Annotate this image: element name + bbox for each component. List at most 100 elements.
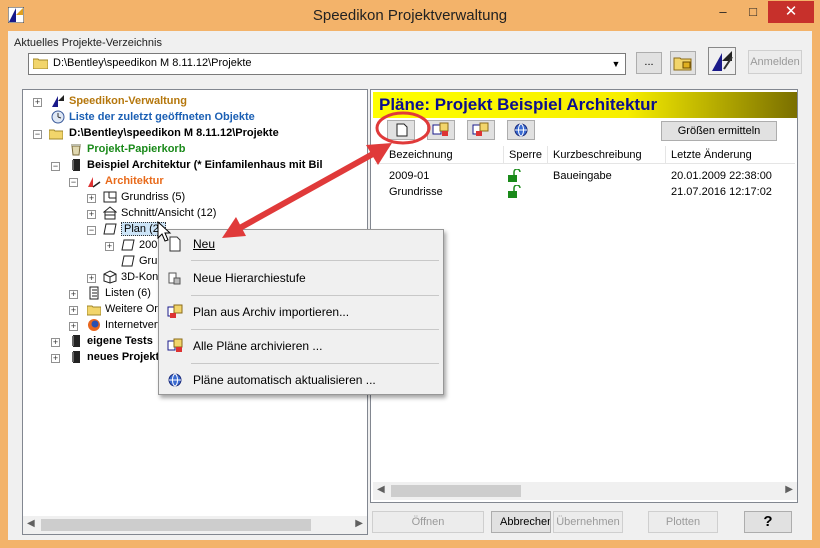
tree-item-label: Schnitt/Ansicht (12) bbox=[121, 207, 217, 219]
cube-icon bbox=[103, 270, 117, 284]
new-plan-button[interactable] bbox=[387, 120, 415, 140]
new-document-icon bbox=[169, 236, 181, 252]
plan-changed: 20.01.2009 22:38:00 bbox=[671, 170, 772, 182]
recycle-bin-icon bbox=[71, 144, 81, 156]
project-book-icon bbox=[72, 159, 80, 171]
tree-item-schnitt[interactable]: + Schnitt/Ansicht (12) bbox=[23, 206, 367, 222]
tree-item-label: 200 bbox=[139, 239, 158, 251]
plan-changed: 21.07.2016 12:17:02 bbox=[671, 186, 772, 198]
tree-item-label: eigene Tests bbox=[87, 335, 153, 347]
menu-item-alle-plaene-archivieren[interactable]: Alle Pläne archivieren ... bbox=[161, 335, 441, 357]
tree-item-label: neues Projekt bbox=[87, 351, 160, 363]
section-view-icon bbox=[103, 206, 117, 220]
plans-horizontal-scrollbar[interactable]: ◀ ▶ bbox=[373, 482, 797, 500]
open-button[interactable]: Öffnen bbox=[372, 511, 484, 533]
globe-icon bbox=[168, 373, 182, 387]
menu-item-plaene-aktualisieren[interactable]: Pläne automatisch aktualisieren ... bbox=[161, 369, 441, 391]
column-letzte-aenderung[interactable]: Letzte Änderung bbox=[671, 149, 752, 161]
tree-item-label: Internetverw bbox=[105, 319, 166, 331]
maximize-button[interactable]: □ bbox=[740, 1, 766, 23]
window-title: Speedikon Projektverwaltung bbox=[312, 7, 508, 24]
context-menu: Neu Neue Hierarchiestufe Plan aus Archiv… bbox=[158, 229, 444, 395]
project-book-icon bbox=[72, 351, 80, 363]
login-button[interactable]: Anmelden bbox=[748, 50, 802, 74]
tree-item-label: Liste der zuletzt geöffneten Objekte bbox=[69, 111, 255, 123]
menu-item-label: Alle Pläne archivieren ... bbox=[193, 339, 323, 353]
menu-item-neue-hierarchiestufe[interactable]: Neue Hierarchiestufe bbox=[161, 267, 441, 289]
tree-item-label: D:\Bentley\speedikon M 8.11.12\Projekte bbox=[69, 127, 279, 139]
archive-import-icon bbox=[472, 122, 489, 136]
plan-sheet-icon bbox=[121, 239, 135, 251]
tree-item-label: Grundriss (5) bbox=[121, 191, 186, 203]
unlocked-icon bbox=[508, 169, 521, 182]
menu-item-label: Pläne automatisch aktualisieren ... bbox=[193, 373, 376, 387]
application-window: Speedikon Projektverwaltung – □ ✕ Aktuel… bbox=[0, 0, 820, 548]
plans-header: Pläne: Projekt Beispiel Architektur bbox=[373, 92, 797, 118]
minimize-button[interactable]: – bbox=[710, 1, 736, 23]
scroll-left-icon[interactable]: ◀ bbox=[27, 518, 35, 529]
cancel-button[interactable]: Abbrechen bbox=[491, 511, 551, 533]
scroll-left-icon[interactable]: ◀ bbox=[377, 484, 385, 495]
plans-row[interactable]: 2009-01 Baueingabe 20.01.2009 22:38:00 bbox=[375, 168, 795, 184]
tree-item-architektur[interactable]: − Architektur bbox=[23, 174, 367, 190]
menu-item-plan-aus-archiv[interactable]: Plan aus Archiv importieren... bbox=[161, 301, 441, 323]
directory-combobox[interactable]: D:\Bentley\speedikon M 8.11.12\Projekte … bbox=[28, 53, 626, 75]
plan-sheet-icon bbox=[103, 223, 117, 235]
plan-name: 2009-01 bbox=[389, 170, 430, 182]
scroll-right-icon[interactable]: ▶ bbox=[785, 484, 793, 495]
import-archive-button[interactable] bbox=[467, 120, 495, 140]
speedikon-logo-icon bbox=[712, 51, 733, 71]
calc-sizes-button[interactable]: Größen ermitteln bbox=[661, 121, 777, 141]
architecture-icon bbox=[88, 177, 101, 188]
plans-row[interactable]: Grundrisse 21.07.2016 12:17:02 bbox=[375, 184, 795, 200]
folder-icon bbox=[87, 305, 101, 316]
help-button[interactable]: ? bbox=[744, 511, 792, 533]
scroll-thumb[interactable] bbox=[41, 519, 311, 531]
hierarchy-icon bbox=[168, 272, 181, 285]
tree-item-projects-root[interactable]: − D:\Bentley\speedikon M 8.11.12\Projekt… bbox=[23, 126, 367, 142]
tree-item-label: Beispiel Architektur (* Einfamilenhaus m… bbox=[87, 159, 323, 171]
hierarchy-icon bbox=[432, 122, 449, 136]
plan-name: Grundrisse bbox=[389, 186, 443, 198]
tree-item-recent[interactable]: Liste der zuletzt geöffneten Objekte bbox=[23, 110, 367, 126]
menu-item-label: Plan aus Archiv importieren... bbox=[193, 305, 350, 319]
tree-item-beispiel-architektur[interactable]: − Beispiel Architektur (* Einfamilenhaus… bbox=[23, 158, 367, 174]
folder-icon bbox=[49, 129, 63, 140]
column-bezeichnung[interactable]: Bezeichnung bbox=[389, 149, 453, 161]
menu-item-neu[interactable]: Neu bbox=[161, 233, 441, 255]
tree-horizontal-scrollbar[interactable]: ◀ ▶ bbox=[23, 516, 367, 534]
archive-icon bbox=[167, 338, 183, 352]
menu-item-label: Neue Hierarchiestufe bbox=[193, 271, 306, 285]
plot-button[interactable]: Plotten bbox=[648, 511, 718, 533]
drawing-tool-button[interactable] bbox=[708, 47, 736, 75]
folder-lock-button[interactable] bbox=[670, 51, 696, 75]
folder-icon bbox=[33, 58, 48, 69]
tree-item-label: Projekt-Papierkorb bbox=[87, 143, 186, 155]
new-document-icon bbox=[396, 123, 408, 137]
archive-import-icon bbox=[167, 304, 183, 318]
tree-item-speedikon-verwaltung[interactable]: + Speedikon-Verwaltung bbox=[23, 94, 367, 110]
close-button[interactable]: ✕ bbox=[768, 1, 814, 23]
apply-button[interactable]: Übernehmen bbox=[553, 511, 623, 533]
project-book-icon bbox=[72, 335, 80, 347]
update-plans-button[interactable] bbox=[507, 120, 535, 140]
unlocked-icon bbox=[508, 185, 521, 198]
globe-icon bbox=[514, 123, 528, 137]
firefox-icon bbox=[88, 319, 100, 331]
scroll-thumb[interactable] bbox=[391, 485, 521, 497]
column-sperre[interactable]: Sperre bbox=[509, 149, 542, 161]
title-bar[interactable]: Speedikon Projektverwaltung – □ ✕ bbox=[0, 0, 820, 31]
plan-description: Baueingabe bbox=[553, 170, 612, 182]
browse-button[interactable]: ... bbox=[636, 52, 662, 74]
plan-sheet-icon bbox=[121, 255, 135, 267]
list-icon bbox=[89, 286, 99, 300]
column-kurzbeschreibung[interactable]: Kurzbeschreibung bbox=[553, 149, 642, 161]
plans-header-title: Pläne: Projekt Beispiel Architektur bbox=[379, 95, 658, 114]
chevron-down-icon[interactable]: ▼ bbox=[607, 54, 625, 74]
scroll-right-icon[interactable]: ▶ bbox=[355, 518, 363, 529]
tree-item-recycle-bin[interactable]: Projekt-Papierkorb bbox=[23, 142, 367, 158]
tree-item-grundriss[interactable]: + Grundriss (5) bbox=[23, 190, 367, 206]
tree-item-label: Architektur bbox=[105, 175, 164, 187]
clock-icon bbox=[51, 110, 65, 124]
new-hierarchy-button[interactable] bbox=[427, 120, 455, 140]
